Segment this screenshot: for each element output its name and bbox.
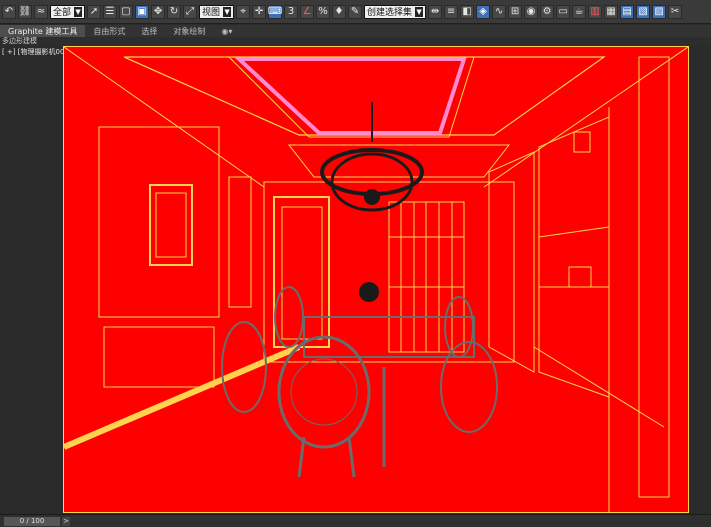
right-panel <box>690 46 711 513</box>
time-slider[interactable]: 0 / 100 <box>4 516 60 526</box>
spinner-snap-icon[interactable]: ♦ <box>332 4 347 19</box>
material-editor-icon[interactable]: ◉ <box>524 4 539 19</box>
selection-filter-dropdown[interactable]: 全部 ▼ <box>50 4 86 19</box>
schematic-view-icon[interactable]: ⊞ <box>508 4 523 19</box>
edit-named-selection-icon[interactable]: ✎ <box>348 4 363 19</box>
move-icon[interactable]: ✥ <box>151 4 166 19</box>
curve-editor-icon[interactable]: ∿ <box>492 4 507 19</box>
keyboard-shortcut-icon[interactable]: ⌨ <box>268 4 282 19</box>
link-icon[interactable]: ⛓ <box>18 4 32 19</box>
align-icon[interactable]: ≡ <box>444 4 459 19</box>
mirror-icon[interactable]: ⇹ <box>428 4 443 19</box>
tab-graphite[interactable]: Graphite 建模工具 <box>0 25 86 37</box>
camera-viewport[interactable] <box>63 46 689 513</box>
time-slider-next[interactable]: > <box>62 516 70 526</box>
vray-fur-icon[interactable]: ✂ <box>668 4 683 19</box>
named-selection-dropdown[interactable]: 创建选择集 ▼ <box>364 4 427 19</box>
select-manipulate-icon[interactable]: ✛ <box>252 4 267 19</box>
main-toolbar: ↶ ⛓ ≈ 全部 ▼ ➚ ☰ ▢ ▣ ✥ ↻ ⤢ 视图 ▼ ⌖ ✛ ⌨ 3 ∠ % … <box>0 0 711 24</box>
tab-object-paint[interactable]: 对象绘制 <box>165 25 213 37</box>
coord-system-value: 视图 <box>202 8 221 18</box>
vray-light-icon[interactable]: ▤ <box>620 4 635 19</box>
chandelier-base <box>364 189 380 205</box>
vray-icon[interactable]: ▥ <box>588 4 603 19</box>
tab-freeform[interactable]: 自由形式 <box>85 25 133 37</box>
ribbon-subrow: 多边形建模 <box>0 37 711 46</box>
undo-icon[interactable]: ↶ <box>2 4 16 19</box>
scale-icon[interactable]: ⤢ <box>183 4 198 19</box>
select-object-icon[interactable]: ➚ <box>87 4 102 19</box>
ribbon-tabs: Graphite 建模工具 自由形式 选择 对象绘制 ◉▾ <box>0 25 711 37</box>
tab-selection[interactable]: 选择 <box>133 25 165 37</box>
angle-snap-icon[interactable]: ∠ <box>300 4 315 19</box>
render-icon[interactable]: ☕ <box>572 4 587 19</box>
background-fill <box>64 47 688 512</box>
percent-snap-icon[interactable]: % <box>316 4 331 19</box>
vray-mesh-icon[interactable]: ▨ <box>652 4 667 19</box>
bind-icon[interactable]: ≈ <box>34 4 48 19</box>
graphite-icon[interactable]: ◈ <box>476 4 491 19</box>
status-bar: 0 / 100 > <box>0 514 711 527</box>
vray-frame-icon[interactable]: ▦ <box>604 4 619 19</box>
snap-icon[interactable]: 3 <box>284 4 299 19</box>
left-panel <box>0 56 62 513</box>
selection-filter-value: 全部 <box>53 8 72 18</box>
select-by-name-icon[interactable]: ☰ <box>103 4 118 19</box>
render-frame-icon[interactable]: ▭ <box>556 4 571 19</box>
chevron-down-icon: ▼ <box>74 6 83 17</box>
rotate-icon[interactable]: ↻ <box>167 4 182 19</box>
chevron-down-icon: ▼ <box>415 6 424 17</box>
viewport-render <box>64 47 688 512</box>
pivot-icon[interactable]: ⌖ <box>236 4 251 19</box>
render-setup-icon[interactable]: ⚙ <box>540 4 555 19</box>
chevron-down-icon: ▼ <box>223 6 232 17</box>
named-selection-value: 创建选择集 <box>367 8 413 18</box>
vray-camera-icon[interactable]: ▧ <box>636 4 651 19</box>
layer-icon[interactable]: ◧ <box>460 4 475 19</box>
coord-system-dropdown[interactable]: 视图 ▼ <box>199 4 235 19</box>
window-crossing-icon[interactable]: ▣ <box>135 4 150 19</box>
rect-select-icon[interactable]: ▢ <box>119 4 134 19</box>
ribbon-options-icon[interactable]: ◉▾ <box>213 25 240 37</box>
table-vase <box>359 282 379 302</box>
